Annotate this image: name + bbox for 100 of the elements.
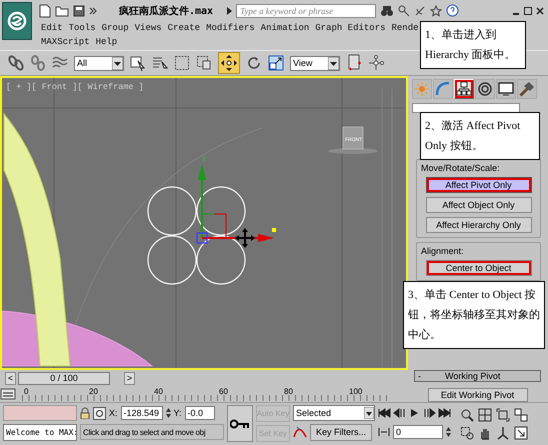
set-key-button[interactable]: [227, 405, 253, 442]
help-icon[interactable]: [446, 4, 460, 17]
pivot-point-marker: [272, 228, 276, 232]
pivot-center-icon[interactable]: [346, 54, 362, 72]
menu-item[interactable]: Views: [134, 23, 162, 33]
circle-shape: [147, 186, 197, 236]
zoom-icon[interactable]: [460, 408, 474, 422]
panel-tab[interactable]: [496, 79, 516, 99]
previous-frame-button[interactable]: <: [5, 372, 16, 384]
link-icon[interactable]: [8, 55, 24, 71]
zoom-extents-all-icon[interactable]: [514, 408, 528, 422]
key-tangent-icon[interactable]: [293, 425, 307, 439]
rotate-icon[interactable]: [246, 55, 262, 71]
go-to-end-icon[interactable]: [438, 407, 451, 419]
swirl-logo-icon: [7, 11, 27, 31]
manipulate-icon[interactable]: [368, 55, 384, 71]
panel-button[interactable]: Affect Pivot Only: [426, 176, 532, 193]
panel-button[interactable]: Affect Object Only: [426, 196, 532, 213]
sun-icon: [414, 81, 430, 97]
menu-item[interactable]: Graph Editors: [315, 23, 386, 33]
frame-tick-label: 0: [23, 387, 30, 398]
zoom-extents-icon[interactable]: [496, 408, 510, 422]
panel-button[interactable]: Affect Hierarchy Only: [426, 216, 532, 233]
hammer-icon: [519, 81, 535, 97]
chevron-icon[interactable]: [89, 6, 97, 14]
monitor-icon: [498, 81, 514, 97]
maximize-icon[interactable]: [524, 6, 532, 14]
menu-item[interactable]: Create: [168, 23, 200, 33]
move-gizmo[interactable]: [196, 164, 274, 244]
select-by-name-icon[interactable]: [152, 55, 168, 71]
previous-key-icon[interactable]: [393, 407, 406, 419]
menu-item[interactable]: Tools: [68, 23, 96, 33]
y-label: Y:: [174, 408, 182, 418]
reference-coordinate-dropdown[interactable]: View: [290, 56, 340, 70]
object-name-field[interactable]: [412, 103, 520, 113]
frame-tick-label: 60: [218, 387, 229, 398]
select-object-icon[interactable]: [130, 55, 146, 71]
frame-tick-label: 20: [88, 387, 99, 398]
orbit-icon[interactable]: [496, 426, 510, 440]
menu-item[interactable]: Group: [102, 23, 129, 33]
x-coordinate-field[interactable]: -128.549: [120, 406, 163, 420]
panel-button[interactable]: Center to Object: [426, 260, 532, 276]
rectangle-selection-icon[interactable]: [174, 55, 190, 71]
menu-item[interactable]: MAXScript: [41, 37, 90, 47]
menu-item[interactable]: Rende: [392, 23, 419, 33]
edit-working-pivot-button[interactable]: Edit Working Pivot: [428, 388, 528, 402]
selection-filter-dropdown[interactable]: All: [74, 56, 124, 70]
x-label: X:: [109, 408, 118, 418]
go-to-start-icon[interactable]: [378, 407, 391, 419]
binoculars-icon[interactable]: [380, 4, 394, 16]
save-icon[interactable]: [73, 4, 85, 16]
search-field[interactable]: Type a keyword or phrase: [236, 4, 376, 18]
menu-item[interactable]: Animation: [260, 23, 310, 33]
curve-editor-icon[interactable]: [0, 388, 16, 400]
panel-tab[interactable]: [475, 79, 495, 99]
close-icon[interactable]: [536, 6, 544, 14]
listener-field[interactable]: Welcome to MAX:: [3, 424, 77, 441]
next-key-icon[interactable]: [423, 407, 436, 419]
rollout-header[interactable]: - Working Pivot: [414, 370, 541, 382]
zoom-all-icon[interactable]: [478, 408, 492, 422]
key-mode-dropdown[interactable]: Selected: [293, 405, 375, 421]
lock-icon[interactable]: [80, 407, 90, 419]
group-title: Alignment:: [421, 246, 464, 256]
current-frame-field[interactable]: 0: [393, 425, 443, 439]
unlink-icon[interactable]: [30, 55, 46, 71]
key-filters-button[interactable]: Key Filters...: [310, 424, 372, 440]
scale-icon[interactable]: [268, 55, 284, 71]
region-zoom-icon[interactable]: [460, 426, 474, 440]
curve-icon: [435, 81, 451, 97]
move-tool-button[interactable]: [218, 52, 240, 74]
next-frame-button[interactable]: >: [124, 372, 135, 384]
window-crossing-icon[interactable]: [196, 55, 212, 71]
annotation-text: 1、单击进入到 Hierarchy 面板中。: [425, 29, 516, 61]
menu-item[interactable]: Edit: [41, 23, 63, 33]
app-logo[interactable]: [2, 2, 32, 40]
frame-tick-label: 40: [153, 387, 164, 398]
star-icon[interactable]: [430, 4, 442, 16]
y-coordinate-field[interactable]: -0.0: [184, 406, 215, 420]
dropdown-arrow-icon[interactable]: [328, 56, 339, 70]
spinner-icon[interactable]: [166, 407, 171, 419]
circle-shape: [196, 235, 246, 285]
move-arrows-icon: [221, 55, 237, 71]
selection-mode-icon[interactable]: [93, 406, 106, 420]
maximize-viewport-icon[interactable]: [514, 426, 528, 440]
group-title: Move/Rotate/Scale:: [421, 162, 500, 173]
open-folder-icon[interactable]: [55, 4, 69, 16]
dropdown-arrow-icon[interactable]: [112, 56, 123, 70]
annotation-text: 3、单击 Center to Object 按钮，将坐标轴移至其对象的中心。: [408, 289, 540, 341]
menu-item[interactable]: Modifiers: [206, 23, 255, 33]
move-cursor-icon: [235, 228, 255, 248]
new-file-icon[interactable]: [39, 4, 51, 18]
menu-item[interactable]: Help: [96, 37, 118, 47]
play-arrow-icon: [227, 6, 232, 14]
track-bar[interactable]: 0 20 40 60 80 100: [22, 387, 390, 401]
circle-shape: [147, 235, 197, 285]
frame-tick-label: 100: [348, 387, 364, 398]
dropdown-arrow-icon: [364, 407, 374, 419]
hierarchy-icon: [456, 81, 472, 97]
key-mode-toggle-icon[interactable]: [378, 427, 390, 437]
spinner-icon[interactable]: [446, 426, 451, 438]
